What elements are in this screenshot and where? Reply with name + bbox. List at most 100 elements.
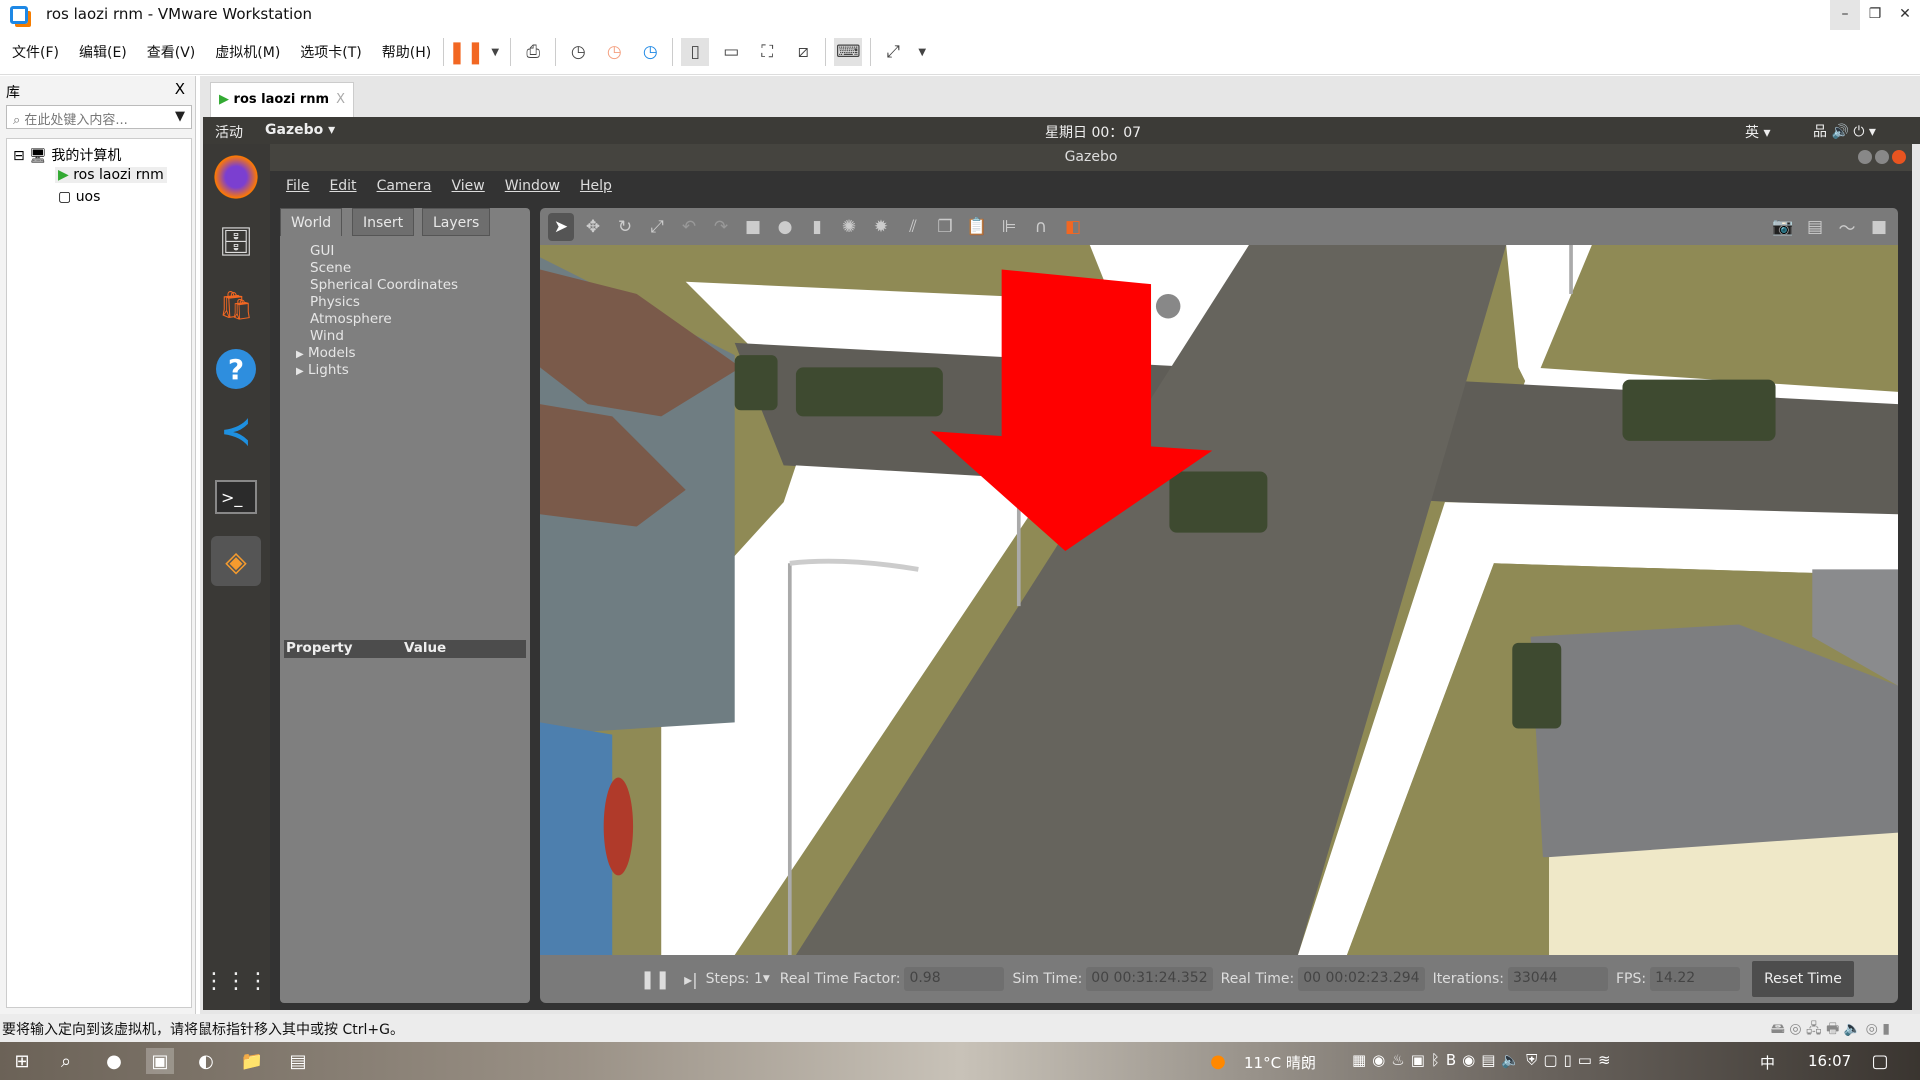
menu-file[interactable]: 文件(F) <box>4 42 67 62</box>
dropdown-icon[interactable]: ▼ <box>915 38 929 66</box>
edge-icon[interactable]: ◐ <box>192 1048 220 1074</box>
paste-icon[interactable]: 📋 <box>964 213 990 241</box>
world-item-gui[interactable]: GUI <box>310 243 334 259</box>
menu-file[interactable]: File <box>282 178 313 194</box>
search-dropdown-icon[interactable]: ▼ <box>175 109 185 124</box>
scale-tool-icon[interactable]: ⤢ <box>644 213 670 241</box>
tab-world[interactable]: World <box>280 208 343 236</box>
snapshot-manager-icon[interactable]: ◷ <box>636 38 664 66</box>
ime-indicator[interactable]: 中 <box>1760 1052 1775 1073</box>
unity-icon[interactable]: ⧄ <box>789 38 817 66</box>
menu-camera[interactable]: Camera <box>373 178 436 194</box>
steps-dropdown-icon[interactable]: ▼ <box>763 974 770 984</box>
world-item-wind[interactable]: Wind <box>310 328 344 344</box>
tab-insert[interactable]: Insert <box>352 208 415 236</box>
menu-vm[interactable]: 虚拟机(M) <box>207 42 288 62</box>
menu-help[interactable]: 帮助(H) <box>374 42 439 62</box>
vm-tab[interactable]: ▶ ros laozi rnm X <box>210 82 354 117</box>
world-item-lights[interactable]: ▶ Lights <box>296 362 349 378</box>
system-tray-icons[interactable]: 品 🔊 ⏻ ▾ <box>1813 121 1876 141</box>
spot-light-icon[interactable]: ✹ <box>868 213 894 241</box>
device-status-icons[interactable]: 🖴 ◎ 🖧 🖶 🔈 ◎ ▮ <box>1771 1018 1890 1042</box>
thumbnail-view-icon[interactable]: ▭ <box>717 38 745 66</box>
sphere-shape-icon[interactable]: ● <box>772 213 798 241</box>
file-explorer-icon[interactable]: 📁 <box>238 1048 266 1074</box>
vscode-icon[interactable]: ≺ <box>211 406 261 456</box>
world-item-spherical-coordinates[interactable]: Spherical Coordinates <box>310 277 458 293</box>
undo-icon[interactable]: ↶ <box>676 213 702 241</box>
3d-scene-view[interactable] <box>540 245 1898 955</box>
menu-view[interactable]: 查看(V) <box>139 42 204 62</box>
point-light-icon[interactable]: ✺ <box>836 213 862 241</box>
clock[interactable]: 星期日 00：07 <box>1045 122 1141 142</box>
gazebo-icon[interactable]: ◈ <box>211 536 261 586</box>
rotate-tool-icon[interactable]: ↻ <box>612 213 638 241</box>
minimize-button[interactable]: – <box>1830 0 1860 30</box>
menu-window[interactable]: Window <box>501 178 564 194</box>
steps-spinner[interactable]: 1 <box>754 971 763 987</box>
expand-arrow-icon[interactable]: ▶ <box>296 366 304 377</box>
notepad-icon[interactable]: ▤ <box>284 1048 312 1074</box>
console-icon[interactable]: ⌨ <box>834 38 863 66</box>
align-icon[interactable]: ⊫ <box>996 213 1022 241</box>
reset-time-button[interactable]: Reset Time <box>1752 961 1854 997</box>
minimize-button[interactable] <box>1858 150 1872 164</box>
tree-item-my-computer[interactable]: ⊟ 🖥 我的计算机 <box>13 145 121 165</box>
weather-text[interactable]: 11°C 晴朗 <box>1244 1052 1316 1073</box>
search-icon[interactable]: ⌕ <box>52 1048 80 1074</box>
fullscreen-icon[interactable]: ⛶ <box>753 38 781 66</box>
taskbar-clock[interactable]: 16:07 <box>1808 1052 1851 1070</box>
pause-button[interactable]: ❚❚ <box>640 969 670 990</box>
change-view-icon[interactable]: ◧ <box>1060 213 1086 241</box>
help-icon[interactable]: ? <box>211 344 261 394</box>
firefox-icon[interactable] <box>211 152 261 202</box>
copy-icon[interactable]: ❐ <box>932 213 958 241</box>
app-icon[interactable]: ● <box>100 1048 128 1074</box>
activities-button[interactable]: 活动 <box>215 122 243 142</box>
notification-icon[interactable]: ▢ <box>1866 1048 1894 1074</box>
expand-arrow-icon[interactable]: ▶ <box>296 349 304 360</box>
apps-grid-icon[interactable]: ⋮⋮⋮ <box>203 956 269 1006</box>
snap-icon[interactable]: ∩ <box>1028 213 1054 241</box>
video-record-icon[interactable]: ■ <box>1866 213 1892 241</box>
select-tool-icon[interactable]: ➤ <box>548 212 574 241</box>
cylinder-shape-icon[interactable]: ▮ <box>804 213 830 241</box>
world-item-scene[interactable]: Scene <box>310 260 351 276</box>
app-menu-gazebo[interactable]: Gazebo ▾ <box>265 122 335 138</box>
menu-tabs[interactable]: 选项卡(T) <box>292 42 369 62</box>
vmware-taskbar-icon[interactable]: ▣ <box>146 1048 174 1074</box>
plot-icon[interactable]: 〜 <box>1834 213 1860 241</box>
library-search-input[interactable]: ⌕ 在此处键入内容... ▼ <box>6 105 192 129</box>
menu-view[interactable]: View <box>448 178 489 194</box>
library-view-icon[interactable]: ▯ <box>681 38 710 66</box>
tab-layers[interactable]: Layers <box>422 208 491 236</box>
restore-button[interactable]: ❐ <box>1860 0 1890 30</box>
software-icon[interactable]: 🛍 <box>211 280 261 330</box>
box-shape-icon[interactable]: ■ <box>740 213 766 241</box>
translate-tool-icon[interactable]: ✥ <box>580 213 606 241</box>
input-method-indicator[interactable]: 英 ▾ <box>1745 122 1770 142</box>
world-item-physics[interactable]: Physics <box>310 294 360 310</box>
revert-snapshot-icon[interactable]: ◷ <box>600 38 628 66</box>
terminal-icon[interactable]: >_ <box>211 472 261 522</box>
close-button[interactable] <box>1892 150 1906 164</box>
send-ctrl-alt-del-icon[interactable]: ⎙ <box>519 38 547 66</box>
log-icon[interactable]: ▤ <box>1802 213 1828 241</box>
dropdown-icon[interactable]: ▼ <box>488 38 502 66</box>
screenshot-icon[interactable]: 📷 <box>1770 213 1796 241</box>
world-item-models[interactable]: ▶ Models <box>296 345 356 361</box>
menu-help[interactable]: Help <box>576 178 616 194</box>
directional-light-icon[interactable]: ⫽ <box>900 213 926 241</box>
tree-item-uos[interactable]: ▢ uos <box>55 189 103 205</box>
files-icon[interactable]: 🗄 <box>211 216 261 266</box>
library-close-button[interactable]: X <box>175 80 185 98</box>
weather-icon[interactable]: ● <box>1204 1048 1232 1074</box>
redo-icon[interactable]: ↷ <box>708 213 734 241</box>
tree-item-ros-laozi-rnm[interactable]: ▶ ros laozi rnm <box>55 167 167 183</box>
tray-icons[interactable]: ▦◉♨▣ᛒB◉▤🔈⛨▢▯▭≋ <box>1352 1051 1617 1069</box>
menu-edit[interactable]: Edit <box>325 178 360 194</box>
stretch-icon[interactable]: ⤢ <box>879 38 907 66</box>
world-item-atmosphere[interactable]: Atmosphere <box>310 311 392 327</box>
menu-edit[interactable]: 编辑(E) <box>71 42 135 62</box>
maximize-button[interactable] <box>1875 150 1889 164</box>
